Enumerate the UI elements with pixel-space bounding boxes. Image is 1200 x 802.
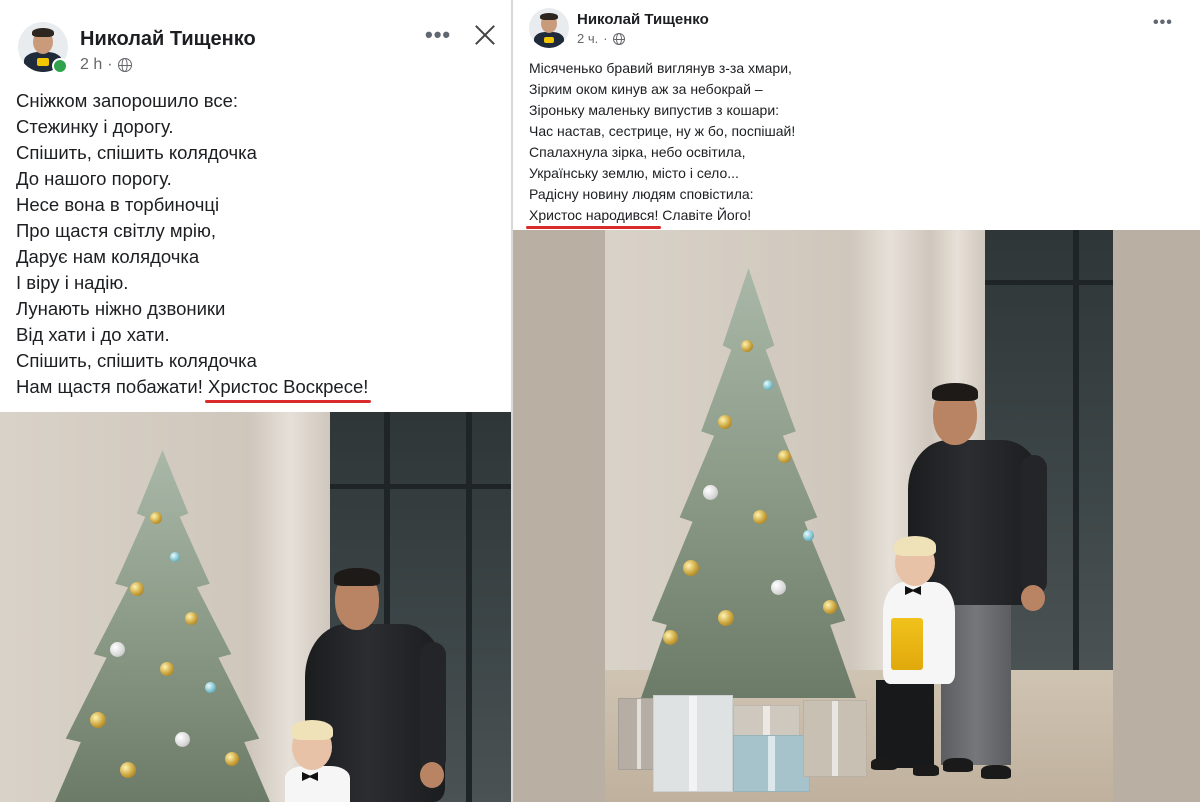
poem-line: Про щастя світлу мрію, [16,220,216,241]
poem-line-suffix: Славіте Його! [658,207,752,223]
gift-box [733,705,800,737]
child-figure [285,766,350,802]
highlighted-phrase: Христос народився! [529,207,659,223]
avatar[interactable] [529,8,569,48]
author-name[interactable]: Николай Тищенко [577,11,709,28]
post-left: Николай Тищенко 2 h · ••• Сніжком запоро… [0,0,511,802]
gift-box [653,695,733,792]
post-time[interactable]: 2 h [80,56,102,74]
poem-line: Українську землю, місто і село... [529,165,739,181]
poem-line-prefix: Нам щастя побажати! [16,376,209,397]
post-text: Сніжком запорошило все: Стежинку і дорог… [16,88,368,400]
poem-line: Зіроньку маленьку випустив з кошари: [529,102,780,118]
highlighted-phrase: Христос Воскресе! [208,376,369,397]
poem-line-last: Христос народився! Славіте Його! [529,205,795,226]
poem-line: Спішить, спішить колядочка [16,142,257,163]
poem-line-last: Нам щастя побажати! Христос Воскресе! [16,374,368,400]
poem-line: Спішить, спішить колядочка [16,350,257,371]
globe-icon [117,58,132,72]
poem-line: Радісну новину людям сповістила: [529,186,754,202]
more-options-icon[interactable]: ••• [425,22,451,48]
post-text: Місяченько бравий виглянув з-за хмари, З… [529,58,795,226]
post-photo[interactable] [0,412,511,802]
poem-line: До нашого порогу. [16,168,172,189]
toy-figure [891,618,923,670]
poem-line: Місяченько бравий виглянув з-за хмари, [529,60,792,76]
post-meta: 2 h · [80,56,132,74]
globe-icon [612,32,625,45]
poem-line: Сніжком запорошило все: [16,90,239,111]
close-icon[interactable] [474,24,496,46]
poem-line: Несе вона в торбиночці [16,194,220,215]
post-photo[interactable] [513,230,1200,802]
poem-line: Спалахнула зірка, небо освітила, [529,144,746,160]
online-status-icon [52,58,68,74]
post-meta: 2 ч. · [577,31,625,46]
poem-line: І віру і надію. [16,272,129,293]
poem-line: Дарує нам колядочка [16,246,200,267]
poem-line: Зірким оком кинув аж за небокрай – [529,81,763,97]
gift-box [733,735,810,792]
poem-line: Стежинку і дорогу. [16,116,174,137]
gift-box [803,700,867,777]
post-right: Николай Тищенко 2 ч. · ••• Місяченько бр… [513,0,1200,802]
author-name[interactable]: Николай Тищенко [80,28,256,51]
poem-line: Від хати і до хати. [16,324,170,345]
more-options-icon[interactable]: ••• [1153,14,1173,32]
poem-line: Лунають ніжно дзвоники [16,298,226,319]
post-time[interactable]: 2 ч. [577,31,598,46]
poem-line: Час настав, сестрице, ну ж бо, поспішай! [529,123,796,139]
